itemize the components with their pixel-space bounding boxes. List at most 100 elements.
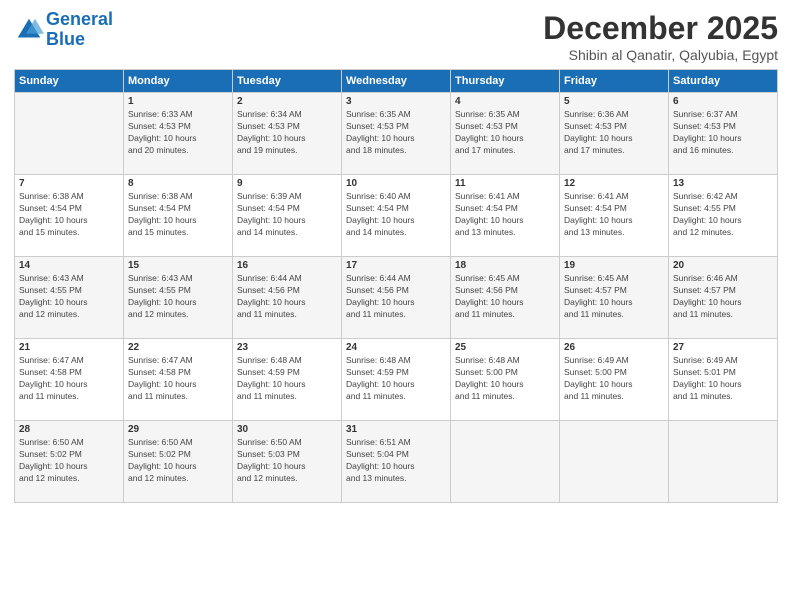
day-info: Sunrise: 6:46 AM Sunset: 4:57 PM Dayligh… bbox=[673, 273, 773, 321]
day-info: Sunrise: 6:44 AM Sunset: 4:56 PM Dayligh… bbox=[346, 273, 446, 321]
calendar-cell bbox=[15, 93, 124, 175]
day-info: Sunrise: 6:39 AM Sunset: 4:54 PM Dayligh… bbox=[237, 191, 337, 239]
logo-icon bbox=[14, 15, 44, 45]
day-number: 5 bbox=[564, 96, 664, 107]
day-info: Sunrise: 6:40 AM Sunset: 4:54 PM Dayligh… bbox=[346, 191, 446, 239]
day-number: 15 bbox=[128, 260, 228, 271]
day-info: Sunrise: 6:45 AM Sunset: 4:57 PM Dayligh… bbox=[564, 273, 664, 321]
col-header-sunday: Sunday bbox=[15, 70, 124, 93]
day-number: 19 bbox=[564, 260, 664, 271]
main-title: December 2025 bbox=[543, 10, 778, 47]
calendar-cell bbox=[451, 421, 560, 503]
day-number: 7 bbox=[19, 178, 119, 189]
calendar-cell: 23Sunrise: 6:48 AM Sunset: 4:59 PM Dayli… bbox=[233, 339, 342, 421]
day-number: 25 bbox=[455, 342, 555, 353]
calendar-cell: 3 Sunrise: 6:35 AM Sunset: 4:53 PM Daylig… bbox=[342, 93, 451, 175]
col-header-friday: Friday bbox=[560, 70, 669, 93]
day-number: 3 bbox=[346, 96, 446, 107]
title-block: December 2025 Shibin al Qanatir, Qalyubi… bbox=[543, 10, 778, 63]
calendar-cell: 20 Sunrise: 6:46 AM Sunset: 4:57 PM Dayli… bbox=[669, 257, 778, 339]
day-number: 6 bbox=[673, 96, 773, 107]
calendar-cell: 27 Sunrise: 6:49 AM Sunset: 5:01 PM Dayli… bbox=[669, 339, 778, 421]
calendar-cell: 13 Sunrise: 6:42 AM Sunset: 4:55 PM Dayli… bbox=[669, 175, 778, 257]
calendar-cell: 19 Sunrise: 6:45 AM Sunset: 4:57 PM Dayli… bbox=[560, 257, 669, 339]
calendar-cell: 10 Sunrise: 6:40 AM Sunset: 4:54 PM Dayli… bbox=[342, 175, 451, 257]
day-number: 13 bbox=[673, 178, 773, 189]
day-info: Sunrise: 6:48 AM Sunset: 4:59 PM Dayligh… bbox=[346, 355, 446, 403]
day-number: 27 bbox=[673, 342, 773, 353]
calendar-cell: 1 Sunrise: 6:33 AM Sunset: 4:53 PM Daylig… bbox=[124, 93, 233, 175]
day-number: 4 bbox=[455, 96, 555, 107]
logo: General Blue bbox=[14, 10, 113, 50]
day-info: Sunrise: 6:42 AM Sunset: 4:55 PM Dayligh… bbox=[673, 191, 773, 239]
logo-line1: General bbox=[46, 9, 113, 29]
day-number: 8 bbox=[128, 178, 228, 189]
calendar-cell: 24 Sunrise: 6:48 AM Sunset: 4:59 PM Dayli… bbox=[342, 339, 451, 421]
day-info: Sunrise: 6:35 AM Sunset: 4:53 PM Dayligh… bbox=[455, 109, 555, 157]
day-info: Sunrise: 6:50 AM Sunset: 5:03 PM Dayligh… bbox=[237, 437, 337, 485]
day-info: Sunrise: 6:35 AM Sunset: 4:53 PM Dayligh… bbox=[346, 109, 446, 157]
day-number: 1 bbox=[128, 96, 228, 107]
col-header-thursday: Thursday bbox=[451, 70, 560, 93]
day-info: Sunrise: 6:38 AM Sunset: 4:54 PM Dayligh… bbox=[128, 191, 228, 239]
calendar-cell: 6 Sunrise: 6:37 AM Sunset: 4:53 PM Daylig… bbox=[669, 93, 778, 175]
calendar-cell: 12 Sunrise: 6:41 AM Sunset: 4:54 PM Dayli… bbox=[560, 175, 669, 257]
day-info: Sunrise: 6:38 AM Sunset: 4:54 PM Dayligh… bbox=[19, 191, 119, 239]
day-number: 10 bbox=[346, 178, 446, 189]
calendar-cell: 28 Sunrise: 6:50 AM Sunset: 5:02 PM Dayli… bbox=[15, 421, 124, 503]
calendar-cell: 2Sunrise: 6:34 AM Sunset: 4:53 PM Daylig… bbox=[233, 93, 342, 175]
calendar-cell: 4 Sunrise: 6:35 AM Sunset: 4:53 PM Daylig… bbox=[451, 93, 560, 175]
day-info: Sunrise: 6:49 AM Sunset: 5:01 PM Dayligh… bbox=[673, 355, 773, 403]
calendar-cell: 5 Sunrise: 6:36 AM Sunset: 4:53 PM Daylig… bbox=[560, 93, 669, 175]
calendar-cell bbox=[560, 421, 669, 503]
col-header-monday: Monday bbox=[124, 70, 233, 93]
day-number: 20 bbox=[673, 260, 773, 271]
week-row-3: 14 Sunrise: 6:43 AM Sunset: 4:55 PM Dayli… bbox=[15, 257, 778, 339]
day-number: 12 bbox=[564, 178, 664, 189]
week-row-1: 1 Sunrise: 6:33 AM Sunset: 4:53 PM Daylig… bbox=[15, 93, 778, 175]
calendar-cell: 25 Sunrise: 6:48 AM Sunset: 5:00 PM Dayli… bbox=[451, 339, 560, 421]
logo-line2: Blue bbox=[46, 29, 85, 49]
calendar-cell: 15 Sunrise: 6:43 AM Sunset: 4:55 PM Dayli… bbox=[124, 257, 233, 339]
day-info: Sunrise: 6:51 AM Sunset: 5:04 PM Dayligh… bbox=[346, 437, 446, 485]
day-info: Sunrise: 6:37 AM Sunset: 4:53 PM Dayligh… bbox=[673, 109, 773, 157]
calendar-cell: 14 Sunrise: 6:43 AM Sunset: 4:55 PM Dayli… bbox=[15, 257, 124, 339]
day-info: Sunrise: 6:33 AM Sunset: 4:53 PM Dayligh… bbox=[128, 109, 228, 157]
calendar-cell: 21Sunrise: 6:47 AM Sunset: 4:58 PM Dayli… bbox=[15, 339, 124, 421]
day-info: Sunrise: 6:43 AM Sunset: 4:55 PM Dayligh… bbox=[128, 273, 228, 321]
calendar-cell: 8 Sunrise: 6:38 AM Sunset: 4:54 PM Daylig… bbox=[124, 175, 233, 257]
calendar-cell: 18Sunrise: 6:45 AM Sunset: 4:56 PM Dayli… bbox=[451, 257, 560, 339]
calendar-cell: 30 Sunrise: 6:50 AM Sunset: 5:03 PM Dayli… bbox=[233, 421, 342, 503]
day-number: 26 bbox=[564, 342, 664, 353]
day-info: Sunrise: 6:50 AM Sunset: 5:02 PM Dayligh… bbox=[128, 437, 228, 485]
page: General Blue December 2025 Shibin al Qan… bbox=[0, 0, 792, 612]
day-info: Sunrise: 6:45 AM Sunset: 4:56 PM Dayligh… bbox=[455, 273, 555, 321]
day-info: Sunrise: 6:41 AM Sunset: 4:54 PM Dayligh… bbox=[455, 191, 555, 239]
subtitle: Shibin al Qanatir, Qalyubia, Egypt bbox=[543, 47, 778, 63]
calendar-cell: 11Sunrise: 6:41 AM Sunset: 4:54 PM Dayli… bbox=[451, 175, 560, 257]
calendar-cell: 16Sunrise: 6:44 AM Sunset: 4:56 PM Dayli… bbox=[233, 257, 342, 339]
day-number: 17 bbox=[346, 260, 446, 271]
day-number: 21 bbox=[19, 342, 119, 353]
calendar-cell: 31 Sunrise: 6:51 AM Sunset: 5:04 PM Dayli… bbox=[342, 421, 451, 503]
calendar-cell: 17 Sunrise: 6:44 AM Sunset: 4:56 PM Dayli… bbox=[342, 257, 451, 339]
day-info: Sunrise: 6:41 AM Sunset: 4:54 PM Dayligh… bbox=[564, 191, 664, 239]
day-number: 28 bbox=[19, 424, 119, 435]
day-info: Sunrise: 6:48 AM Sunset: 4:59 PM Dayligh… bbox=[237, 355, 337, 403]
day-number: 31 bbox=[346, 424, 446, 435]
day-number: 30 bbox=[237, 424, 337, 435]
week-row-4: 21Sunrise: 6:47 AM Sunset: 4:58 PM Dayli… bbox=[15, 339, 778, 421]
calendar-cell: 9Sunrise: 6:39 AM Sunset: 4:54 PM Daylig… bbox=[233, 175, 342, 257]
week-row-5: 28 Sunrise: 6:50 AM Sunset: 5:02 PM Dayli… bbox=[15, 421, 778, 503]
day-info: Sunrise: 6:50 AM Sunset: 5:02 PM Dayligh… bbox=[19, 437, 119, 485]
day-number: 2 bbox=[237, 96, 337, 107]
day-number: 22 bbox=[128, 342, 228, 353]
day-info: Sunrise: 6:36 AM Sunset: 4:53 PM Dayligh… bbox=[564, 109, 664, 157]
day-number: 14 bbox=[19, 260, 119, 271]
day-info: Sunrise: 6:48 AM Sunset: 5:00 PM Dayligh… bbox=[455, 355, 555, 403]
col-header-wednesday: Wednesday bbox=[342, 70, 451, 93]
col-header-tuesday: Tuesday bbox=[233, 70, 342, 93]
day-info: Sunrise: 6:49 AM Sunset: 5:00 PM Dayligh… bbox=[564, 355, 664, 403]
day-info: Sunrise: 6:43 AM Sunset: 4:55 PM Dayligh… bbox=[19, 273, 119, 321]
day-number: 24 bbox=[346, 342, 446, 353]
